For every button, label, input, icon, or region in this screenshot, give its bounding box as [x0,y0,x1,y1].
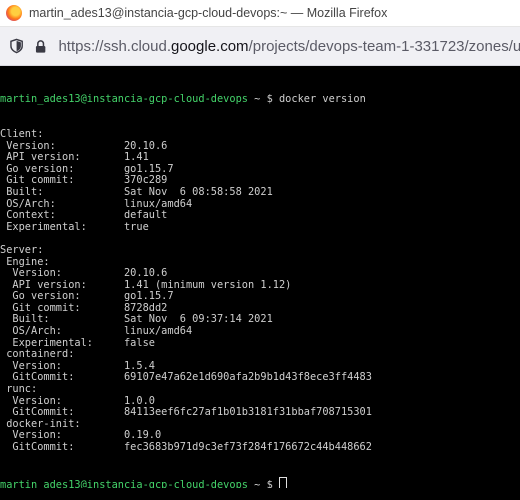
output-line: Version: 0.19.0 [0,430,162,442]
output-line: Version: 20.10.6 [0,140,168,152]
terminal-cursor [278,476,287,489]
active-prompt-line[interactable]: martin_ades13@instancia-gcp-cloud-devops… [0,476,520,489]
output-line: Go version: go1.15.7 [0,163,174,175]
output-line: Git commit: 370c289 [0,175,168,187]
window-titlebar: martin_ades13@instancia-gcp-cloud-devops… [0,0,520,27]
prompt-path: ~ $ [247,478,279,489]
output-line: API version: 1.41 (minimum version 1.12) [0,279,292,291]
output-line: Client: [0,128,44,140]
output-line: runc: [0,384,38,396]
output-line: Go version: go1.15.7 [0,291,174,303]
command-text: docker version [278,94,366,106]
window-title: martin_ades13@instancia-gcp-cloud-devops… [29,6,388,20]
tracking-protection-shield-icon[interactable] [10,38,23,54]
terminal-output: Client: Version: 20.10.6 API version: 1.… [0,129,520,454]
output-line: Version: 1.0.0 [0,395,155,407]
output-line: Context: default [0,210,168,222]
output-line: GitCommit: 69107e47a62e1d690afa2b9b1d43f… [0,372,372,384]
output-line: Experimental: true [0,221,149,233]
output-line: OS/Arch: linux/amd64 [0,198,193,210]
output-line: Version: 1.5.4 [0,360,155,372]
output-line: Server: [0,244,44,256]
firefox-icon [6,5,22,21]
output-line: OS/Arch: linux/amd64 [0,326,193,338]
url-host: google.com [171,37,249,55]
output-line: Built: Sat Nov 6 09:37:14 2021 [0,314,273,326]
prompt-user: martin_ades13@instancia-gcp-cloud-devops [0,94,248,106]
output-line: API version: 1.41 [0,152,149,164]
prompt-user: martin_ades13@instancia-gcp-cloud-devops [0,478,248,489]
command-line: martin_ades13@instancia-gcp-cloud-devops… [0,94,520,106]
url-prefix: https://ssh.cloud. [58,37,171,55]
terminal[interactable]: martin_ades13@instancia-gcp-cloud-devops… [0,66,520,500]
address-bar[interactable]: https://ssh.cloud.google.com/projects/de… [0,27,520,66]
lock-icon[interactable] [35,39,46,54]
url-text[interactable]: https://ssh.cloud.google.com/projects/de… [58,38,520,55]
prompt-path: ~ $ [247,94,279,106]
output-line: Experimental: false [0,337,155,349]
output-line: Engine: [0,256,50,268]
output-line: containerd: [0,349,75,361]
output-line: Version: 20.10.6 [0,268,168,280]
output-line: Git commit: 8728dd2 [0,302,168,314]
output-line: Built: Sat Nov 6 08:58:58 2021 [0,186,273,198]
output-line: GitCommit: fec3683b971d9c3ef73f284f17667… [0,442,372,453]
output-line: GitCommit: 84113eef6fc27af1b01b3181f31bb… [0,407,372,419]
output-line: docker-init: [0,418,81,430]
url-path: /projects/devops-team-1-331723/zones/us-… [248,37,520,55]
